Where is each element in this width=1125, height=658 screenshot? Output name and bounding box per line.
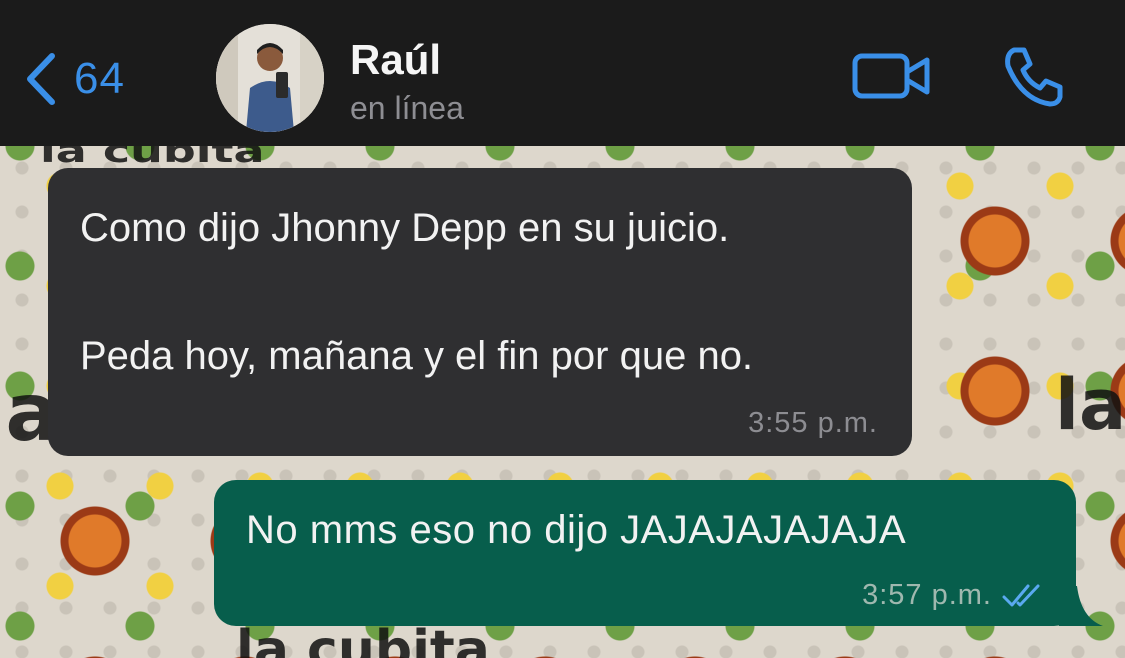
outgoing-message[interactable]: No mms eso no dijo JAJAJAJAJAJA 3:57 p.m… xyxy=(214,480,1103,626)
unread-count: 64 xyxy=(74,54,125,103)
chevron-left-icon xyxy=(27,53,55,105)
message-text: No mms eso no dijo JAJAJAJAJAJA xyxy=(246,508,907,552)
incoming-message[interactable]: Como dijo Jhonny Depp en su juicio. Peda… xyxy=(48,168,912,456)
contact-name[interactable]: Raúl xyxy=(350,36,441,84)
contact-status: en línea xyxy=(350,90,464,126)
wallpaper-text: la xyxy=(1055,364,1125,446)
contact-photo xyxy=(216,24,324,132)
bubble-tail xyxy=(1059,586,1103,626)
message-meta: 3:57 p.m. xyxy=(862,579,1046,612)
chat-header: 64 Raúl en línea xyxy=(0,0,1125,146)
double-check-icon xyxy=(1002,584,1040,606)
message-text: Como dijo Jhonny Depp en su juicio. Peda… xyxy=(80,206,754,378)
phone-icon[interactable] xyxy=(1000,44,1066,110)
back-button[interactable]: 64 xyxy=(22,46,125,112)
message-time: 3:55 p.m. xyxy=(748,407,878,439)
message-time: 3:57 p.m. xyxy=(862,579,992,611)
video-call-icon[interactable] xyxy=(852,48,932,104)
wallpaper-text: la cubita xyxy=(40,146,265,170)
avatar[interactable] xyxy=(216,24,324,132)
